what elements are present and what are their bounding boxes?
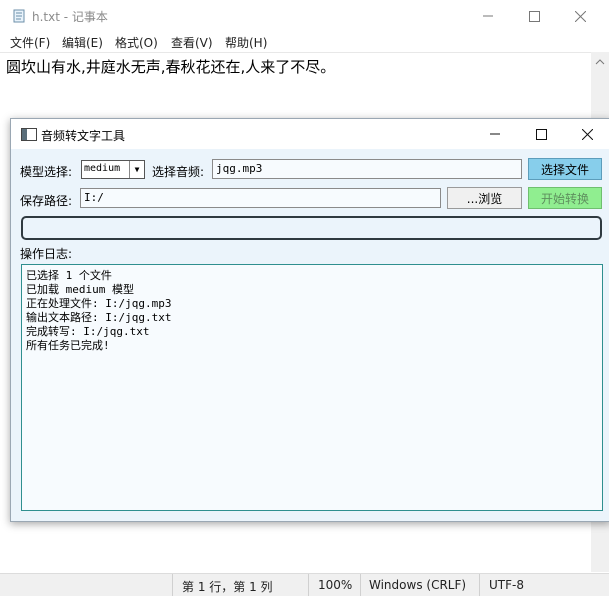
status-divider	[360, 574, 361, 596]
log-line: 已加载 medium 模型	[26, 283, 134, 296]
menu-view[interactable]: 查看(V)	[171, 34, 213, 51]
dialog-title: 音频转文字工具	[41, 129, 126, 143]
notepad-statusbar: 第 1 行，第 1 列 100% Windows (CRLF) UTF-8	[0, 573, 609, 596]
dialog-close-button[interactable]	[564, 119, 609, 149]
menu-format[interactable]: 格式(O)	[115, 34, 158, 51]
status-line-ending: Windows (CRLF)	[369, 578, 467, 592]
audio-to-text-dialog: 音频转文字工具 模型选择: medium ▼ 选择音频: jqg.mp3 选择文…	[10, 118, 609, 522]
notepad-title: h.txt - 记事本	[32, 10, 108, 24]
select-file-button[interactable]: 选择文件	[528, 158, 602, 180]
close-button[interactable]	[557, 0, 603, 32]
model-select[interactable]: medium ▼	[81, 160, 145, 179]
maximize-button[interactable]	[511, 0, 557, 32]
dialog-maximize-button[interactable]	[518, 119, 564, 149]
maximize-icon	[528, 10, 540, 22]
close-icon	[574, 10, 586, 22]
log-line: 正在处理文件: I:/jqg.mp3	[26, 297, 172, 310]
model-select-value: medium	[84, 163, 121, 174]
notepad-menubar: 文件(F) 编辑(E) 格式(O) 查看(V) 帮助(H)	[0, 32, 609, 52]
log-label: 操作日志:	[20, 247, 73, 261]
close-icon	[581, 128, 593, 140]
log-line: 输出文本路径: I:/jqg.txt	[26, 311, 172, 324]
log-line: 完成转写: I:/jqg.txt	[26, 325, 150, 338]
audio-file-field[interactable]: jqg.mp3	[212, 159, 522, 179]
menu-file[interactable]: 文件(F)	[10, 34, 50, 51]
dialog-minimize-button[interactable]	[472, 119, 518, 149]
log-line: 所有任务已完成!	[26, 339, 110, 352]
save-path-label: 保存路径:	[20, 194, 73, 208]
audio-label: 选择音频:	[152, 165, 205, 179]
save-path-field[interactable]: I:/	[80, 188, 441, 208]
menu-help[interactable]: 帮助(H)	[225, 34, 267, 51]
maximize-icon	[535, 128, 547, 140]
browse-button[interactable]: ...浏览	[447, 187, 522, 209]
notepad-icon	[13, 9, 25, 23]
start-convert-button[interactable]: 开始转换	[528, 187, 602, 209]
status-divider	[308, 574, 309, 596]
progress-bar	[21, 216, 602, 240]
status-cursor-position: 第 1 行，第 1 列	[182, 580, 273, 594]
minimize-button[interactable]	[465, 0, 511, 32]
minimize-icon	[483, 15, 493, 17]
log-textarea[interactable]: 已选择 1 个文件 已加载 medium 模型 正在处理文件: I:/jqg.m…	[21, 264, 603, 511]
dialog-titlebar: 音频转文字工具	[11, 119, 609, 149]
notepad-titlebar: h.txt - 记事本	[0, 0, 609, 32]
chevron-down-icon: ▼	[129, 161, 144, 178]
notepad-content: 圆坎山有水,井庭水无声,春秋花还在,人来了不尽。	[6, 58, 336, 76]
status-divider	[172, 574, 173, 596]
status-zoom: 100%	[318, 578, 353, 592]
log-line: 已选择 1 个文件	[26, 269, 112, 282]
app-window-icon	[21, 128, 37, 141]
minimize-icon	[490, 133, 500, 135]
status-divider	[479, 574, 480, 596]
status-encoding: UTF-8	[489, 578, 524, 592]
menu-edit[interactable]: 编辑(E)	[62, 34, 103, 51]
model-label: 模型选择:	[20, 165, 73, 179]
scroll-up-icon	[595, 59, 605, 65]
